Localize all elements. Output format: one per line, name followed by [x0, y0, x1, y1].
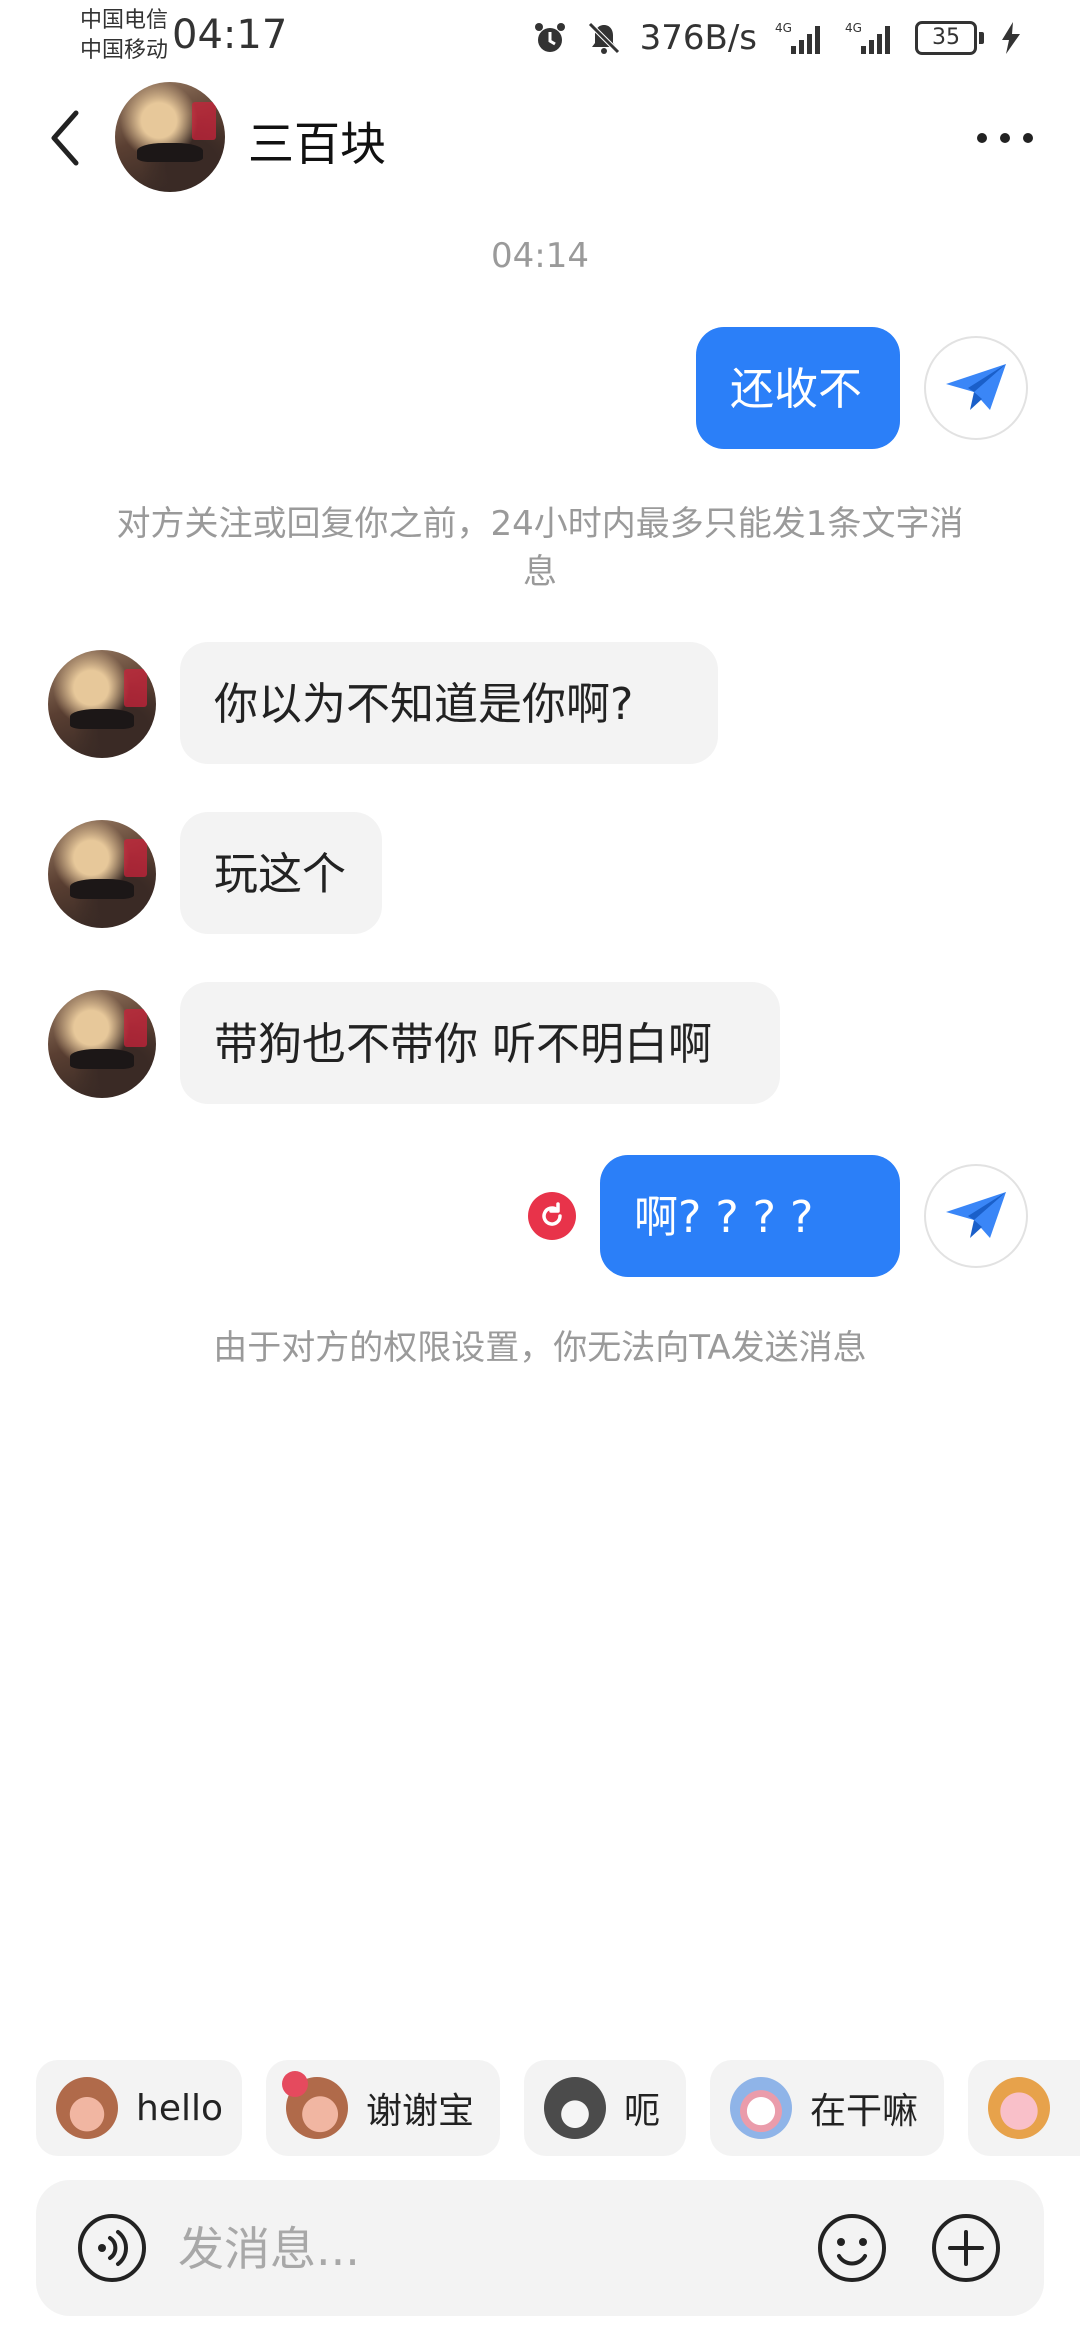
mute-icon — [587, 22, 620, 54]
contact-name[interactable]: 三百块 — [248, 108, 386, 174]
status-icons: 376B/s 4G 4G 35 — [532, 16, 1020, 60]
alarm-icon — [534, 23, 565, 52]
quick-reply-label: 在干嘛 — [810, 2091, 919, 2132]
message-timestamp: 04:14 — [491, 236, 589, 276]
contact-avatar[interactable] — [48, 820, 156, 928]
network-speed: 376B/s — [639, 18, 757, 58]
carrier-1: 中国电信 — [80, 8, 169, 33]
carrier-2: 中国移动 — [80, 38, 169, 63]
signal-icon: 4G — [845, 21, 890, 54]
svg-text:4G: 4G — [775, 21, 792, 35]
battery-icon: 35 — [915, 21, 984, 55]
cat-emoji-icon — [544, 2077, 606, 2139]
pig-emoji-icon — [988, 2077, 1050, 2139]
signal-icon: 4G — [775, 21, 820, 54]
quick-reply-chip[interactable]: 呃 — [524, 2060, 686, 2156]
blocked-notice: 由于对方的权限设置，你无法向TA发送消息 — [213, 1328, 867, 1368]
quick-reply-chip[interactable]: 谢谢宝 — [266, 2060, 500, 2156]
received-message-bubble[interactable]: 你以为不知道是你啊? — [180, 642, 718, 764]
battery-level: 35 — [915, 21, 977, 55]
monkey-emoji-icon — [56, 2077, 118, 2139]
charging-icon — [1002, 22, 1020, 54]
limit-notice: 对方关注或回复你之前，24小时内最多只能发1条文字消息 — [116, 504, 964, 592]
quick-reply-bar: hello 谢谢宝 呃 在干嘛 — [36, 2060, 1080, 2156]
received-message-bubble[interactable]: 玩这个 — [180, 812, 382, 934]
quick-reply-label: 呃 — [624, 2091, 661, 2132]
monkey-rose-emoji-icon — [282, 2071, 348, 2139]
send-failed-retry-icon[interactable] — [528, 1192, 576, 1240]
quick-reply-chip[interactable]: hello — [36, 2060, 242, 2156]
quick-reply-label: 谢谢宝 — [366, 2091, 475, 2132]
chat-header: 三百块 — [0, 78, 1080, 198]
contact-avatar[interactable] — [48, 990, 156, 1098]
voice-input-icon[interactable] — [76, 2212, 148, 2284]
received-message-bubble[interactable]: 带狗也不带你 听不明白啊 — [180, 982, 780, 1104]
quick-reply-label: hello — [136, 2087, 223, 2129]
quick-reply-chip[interactable]: 在干嘛 — [710, 2060, 944, 2156]
carrier-info: 中国电信 中国移动 — [80, 6, 168, 66]
paper-plane-icon — [946, 364, 1006, 410]
status-time: 04:17 — [172, 12, 288, 58]
back-arrow-icon[interactable] — [38, 103, 98, 173]
emoji-icon[interactable] — [816, 2212, 888, 2284]
sent-message-bubble[interactable]: 啊? ? ? ? — [600, 1155, 900, 1277]
message-input[interactable] — [176, 2210, 820, 2288]
message-input-bar — [36, 2180, 1044, 2316]
contact-avatar[interactable] — [115, 82, 225, 192]
quick-reply-chip[interactable] — [968, 2060, 1080, 2156]
paper-plane-icon — [946, 1192, 1006, 1238]
sent-status — [924, 336, 1028, 440]
status-bar: 中国电信 中国移动 04:17 376B/s 4G 4G 35 — [0, 0, 1080, 78]
plus-icon[interactable] — [930, 2212, 1002, 2284]
sent-message-bubble[interactable]: 还收不 — [696, 327, 900, 449]
svg-text:4G: 4G — [845, 21, 862, 35]
more-options-icon[interactable] — [970, 113, 1040, 163]
contact-avatar[interactable] — [48, 650, 156, 758]
sent-status — [924, 1164, 1028, 1268]
bunny-emoji-icon — [730, 2077, 792, 2139]
